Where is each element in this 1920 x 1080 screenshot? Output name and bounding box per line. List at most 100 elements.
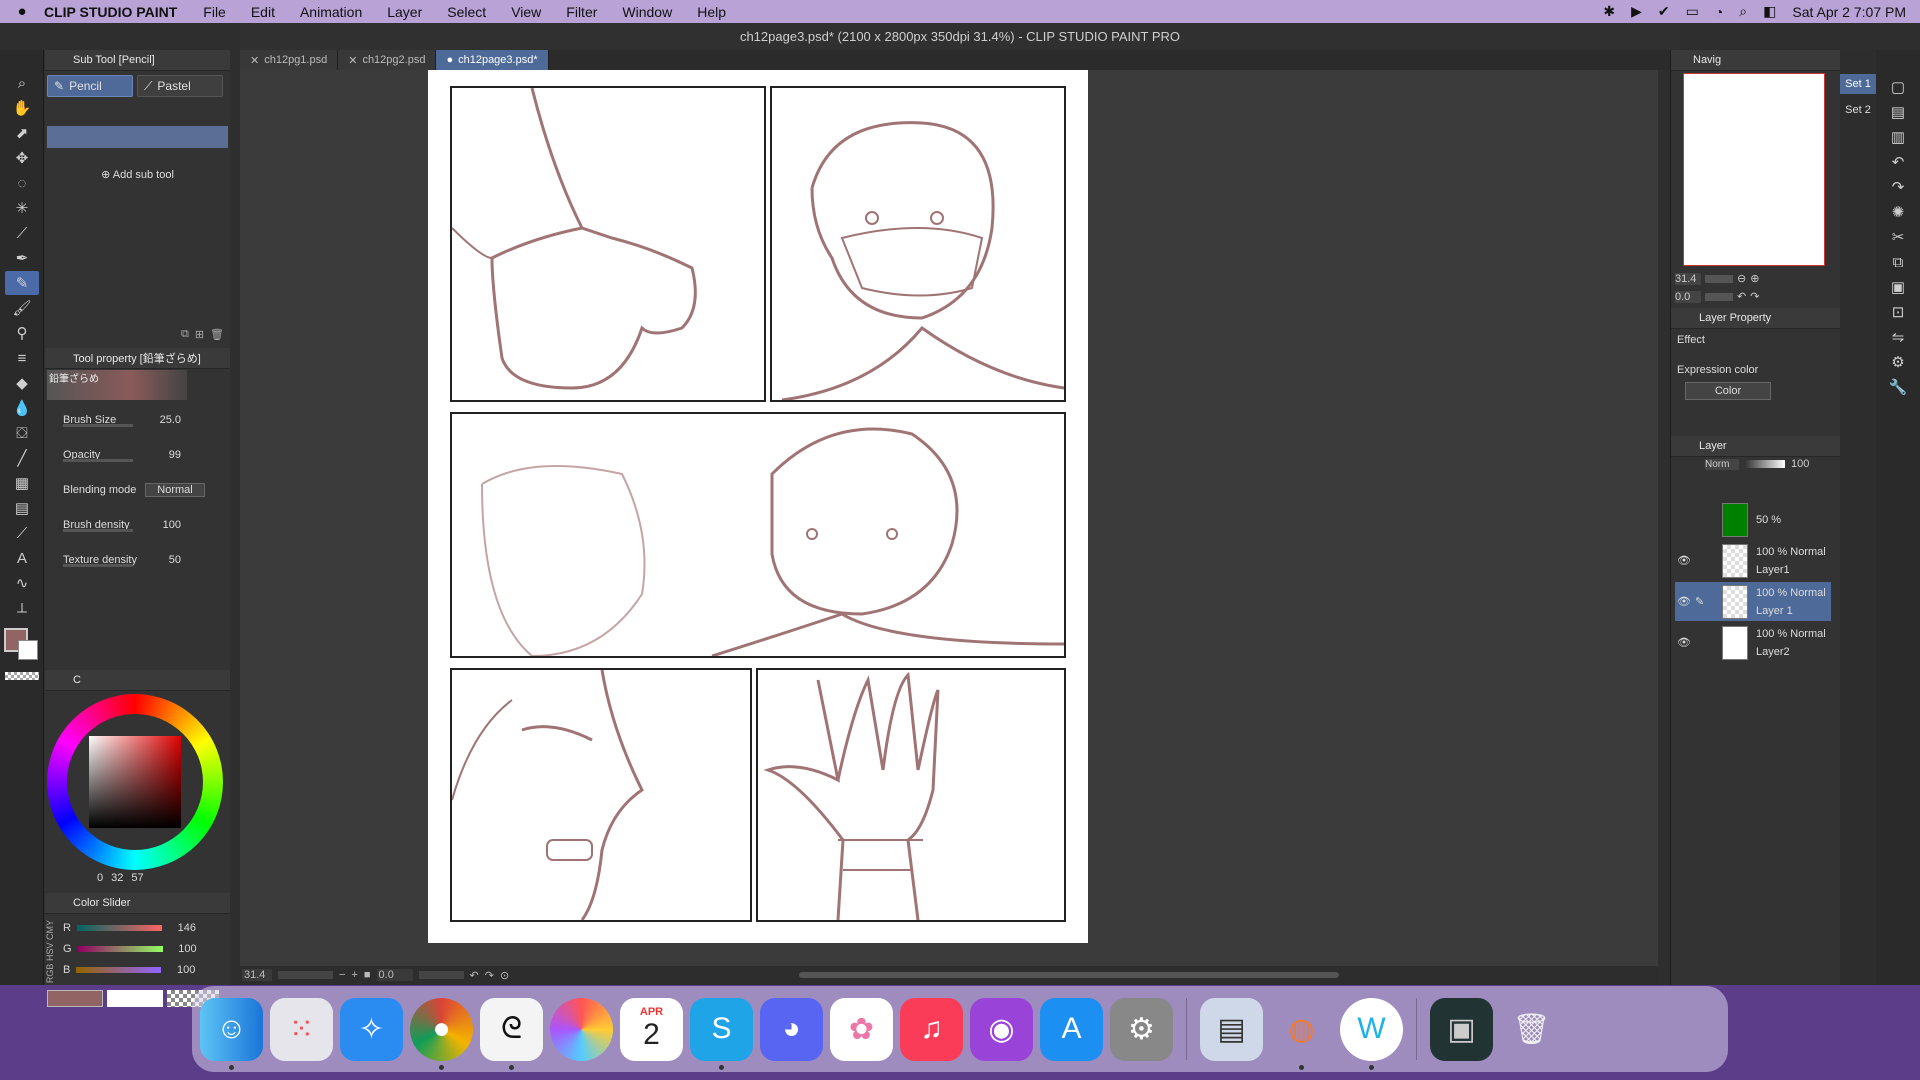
color-square[interactable] bbox=[89, 736, 181, 828]
cut-icon[interactable]: ✂ bbox=[1881, 225, 1915, 249]
brush-size-value[interactable]: 25.0 bbox=[133, 414, 181, 426]
airbrush-icon[interactable]: ⚲ bbox=[5, 321, 39, 345]
lasso-tool-icon[interactable]: ◌ bbox=[5, 171, 39, 195]
r-slider[interactable] bbox=[76, 925, 162, 931]
g-slider[interactable] bbox=[77, 946, 163, 952]
word-icon[interactable]: W bbox=[1340, 997, 1403, 1070]
b-slider[interactable] bbox=[76, 967, 162, 973]
fill-tool-icon[interactable]: ⛋ bbox=[5, 421, 39, 445]
angle-slider[interactable] bbox=[418, 971, 464, 979]
new-icon[interactable]: ▢ bbox=[1881, 75, 1915, 99]
brush-size-slider[interactable] bbox=[63, 424, 133, 427]
menu-view[interactable]: View bbox=[511, 4, 541, 20]
decoration-tool-icon[interactable]: ≡ bbox=[5, 346, 39, 370]
blend-mode-select[interactable]: Norm bbox=[1705, 458, 1739, 470]
menu-edit[interactable]: Edit bbox=[251, 4, 275, 20]
menu-window[interactable]: Window bbox=[622, 4, 672, 20]
opacity-value[interactable]: 99 bbox=[133, 449, 181, 461]
system-preferences-icon[interactable]: ⚙ bbox=[1110, 997, 1173, 1061]
sub-tool-delete-icon[interactable]: 🗑 bbox=[210, 328, 224, 348]
zoom-slider[interactable] bbox=[278, 971, 333, 979]
brush-density-row[interactable]: Brush density 100 bbox=[45, 507, 230, 542]
settings-icon[interactable]: ⚙ bbox=[1881, 350, 1915, 374]
color-wheel-tab[interactable]: C bbox=[73, 674, 81, 686]
rotate-left-icon[interactable]: ↶ bbox=[470, 969, 479, 982]
gradient-tool-icon[interactable]: ▦ bbox=[5, 471, 39, 495]
layer-opacity-slider[interactable] bbox=[1745, 460, 1785, 468]
control-center-icon[interactable]: ◧ bbox=[1763, 3, 1776, 20]
close-icon[interactable]: ✕ bbox=[348, 54, 357, 67]
sub-tool-pastel[interactable]: ⟋ Pastel bbox=[137, 75, 223, 97]
app-menu[interactable]: CLIP STUDIO PAINT bbox=[44, 4, 177, 20]
layer-row-layer1[interactable]: 👁 100 % Normal Layer1 bbox=[1675, 541, 1831, 580]
line-tool-icon[interactable]: ╱ bbox=[5, 446, 39, 470]
cmy-tab[interactable]: CMY bbox=[45, 920, 55, 940]
close-icon[interactable]: ✕ bbox=[250, 54, 259, 67]
display-icon[interactable]: ▭ bbox=[1686, 3, 1699, 20]
menu-file[interactable]: File bbox=[203, 4, 226, 20]
launchpad-icon[interactable]: ⁙ bbox=[270, 997, 333, 1061]
zoom-in-icon[interactable]: + bbox=[351, 969, 357, 981]
r-value[interactable]: 146 bbox=[168, 922, 196, 934]
operation-tool-icon[interactable]: ⬈ bbox=[5, 121, 39, 145]
horizontal-scrollbar[interactable] bbox=[799, 972, 1340, 978]
preview-icon[interactable]: ▤ bbox=[1200, 997, 1263, 1061]
navigator-zoom-slider[interactable] bbox=[1705, 274, 1733, 283]
sub-tool-new-icon[interactable]: ⊞ bbox=[195, 328, 204, 348]
magic-wand-icon[interactable]: ✳ bbox=[5, 196, 39, 220]
rotate-left-icon[interactable]: ↶ bbox=[1737, 290, 1746, 303]
texture-density-row[interactable]: Texture density 50 bbox=[45, 542, 230, 577]
loading-icon[interactable]: ✺ bbox=[1881, 200, 1915, 224]
screen-recording-icon[interactable]: ▣ bbox=[1430, 997, 1493, 1061]
canvas-page[interactable] bbox=[428, 70, 1088, 943]
eye-icon[interactable]: 👁 bbox=[1677, 595, 1691, 608]
navigator-tab[interactable]: Navig bbox=[1693, 54, 1721, 66]
brush-density-slider[interactable] bbox=[63, 529, 133, 532]
music-icon[interactable]: ♫ bbox=[900, 997, 963, 1061]
doc-tab-1[interactable]: ✕ ch12pg1.psd bbox=[240, 50, 339, 70]
paste-icon[interactable]: ▣ bbox=[1881, 275, 1915, 299]
eye-icon[interactable]: 👁 bbox=[1677, 554, 1691, 567]
wrench-icon[interactable]: 🔧 bbox=[1881, 375, 1915, 399]
calendar-icon[interactable]: APR 2 bbox=[620, 997, 683, 1061]
brush-tool-icon[interactable]: 🖌 bbox=[5, 296, 39, 320]
app-store-icon[interactable]: A bbox=[1040, 997, 1103, 1061]
menu-filter[interactable]: Filter bbox=[566, 4, 597, 20]
add-sub-tool-button[interactable]: ⊕ Add sub tool bbox=[45, 168, 230, 181]
layer-opacity-value[interactable]: 100 bbox=[1791, 458, 1809, 470]
clip-studio-icon[interactable]: ᘓ bbox=[480, 997, 543, 1070]
discord-icon[interactable]: ◕ bbox=[760, 997, 823, 1061]
safari-icon[interactable]: ✧ bbox=[340, 997, 403, 1061]
skype-icon[interactable]: S bbox=[690, 997, 753, 1070]
sub-tool-copy-icon[interactable]: ⧉ bbox=[181, 328, 189, 348]
layer-row-layer-1[interactable]: 👁 ✎ 100 % Normal Layer 1 bbox=[1675, 582, 1831, 621]
navigator-angle-slider[interactable] bbox=[1705, 292, 1733, 301]
zoom-value[interactable]: 31.4 bbox=[242, 969, 272, 981]
blending-mode-select[interactable]: Normal bbox=[145, 482, 205, 497]
chrome-icon[interactable]: ● bbox=[410, 997, 473, 1070]
opacity-slider[interactable] bbox=[63, 459, 133, 462]
undo-icon[interactable]: ↶ bbox=[1881, 150, 1915, 174]
opacity-row[interactable]: Opacity 99 bbox=[45, 437, 230, 472]
angle-value[interactable]: 0.0 bbox=[376, 969, 413, 981]
open-icon[interactable]: ▤ bbox=[1881, 100, 1915, 124]
text-tool-icon[interactable]: A bbox=[5, 546, 39, 570]
brush-density-value[interactable]: 100 bbox=[133, 519, 181, 531]
clock[interactable]: Sat Apr 2 7:07 PM bbox=[1792, 4, 1906, 20]
rotate-right-icon[interactable]: ↷ bbox=[1750, 290, 1759, 303]
texture-density-slider[interactable] bbox=[63, 564, 133, 567]
set-2-button[interactable]: Set 2 bbox=[1840, 100, 1876, 120]
navigator-zoom-value[interactable]: 31.4 bbox=[1675, 272, 1701, 285]
zoom-in-icon[interactable]: ⊕ bbox=[1750, 272, 1759, 285]
rgb-tab[interactable]: RGB bbox=[45, 964, 55, 984]
flip-icon[interactable]: ⇋ bbox=[1881, 325, 1915, 349]
move-tool-icon[interactable]: ✥ bbox=[5, 146, 39, 170]
finder-icon[interactable]: ☺ bbox=[200, 997, 263, 1070]
frame-tool-icon[interactable]: ▤ bbox=[5, 496, 39, 520]
set-1-button[interactable]: Set 1 bbox=[1840, 74, 1876, 94]
apple-menu-icon[interactable]: ● bbox=[0, 3, 44, 20]
sub-color-swatch[interactable] bbox=[18, 640, 38, 660]
podcasts-icon[interactable]: ◉ bbox=[970, 997, 1033, 1061]
blender-icon[interactable]: ◍ bbox=[1270, 998, 1333, 1070]
trash-icon[interactable]: 🗑 bbox=[1500, 998, 1563, 1061]
